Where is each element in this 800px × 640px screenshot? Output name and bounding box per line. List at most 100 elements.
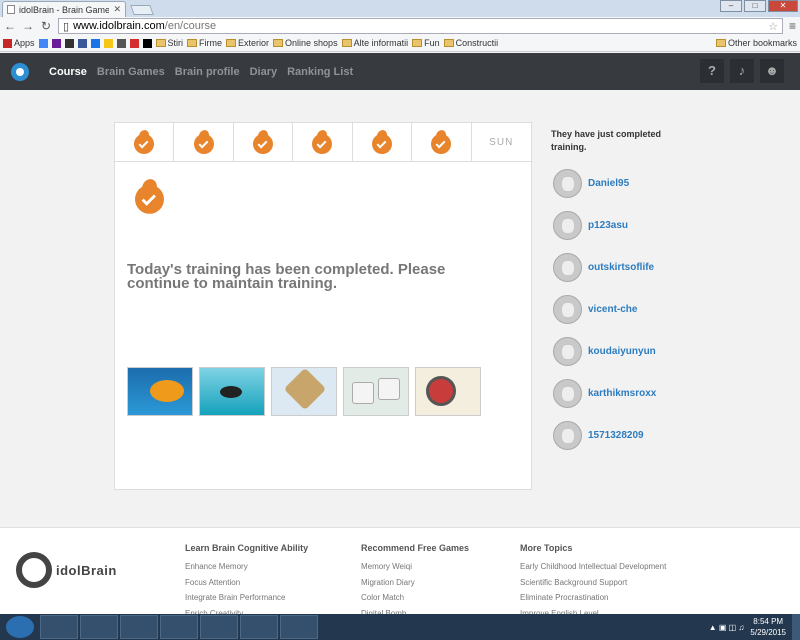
tradeville-icon xyxy=(64,38,74,48)
browser-menu-icon[interactable]: ≡ xyxy=(789,19,796,33)
bookmark-item-14[interactable]: Alte informatii xyxy=(341,38,408,48)
taskbar-paint-icon[interactable] xyxy=(280,615,318,639)
nav-item-brain-games[interactable]: Brain Games xyxy=(97,66,165,78)
back-icon[interactable]: ← xyxy=(4,19,16,33)
digital-bomb-game-thumbnail[interactable] xyxy=(415,367,481,416)
reload-icon[interactable]: ↻ xyxy=(40,19,52,33)
day-completed-2 xyxy=(174,123,234,161)
help-button[interactable]: ? xyxy=(700,59,724,83)
footer-link[interactable]: Focus Attention xyxy=(185,575,308,591)
tab-title: idolBrain - Brain Games & xyxy=(19,4,110,15)
day-completed-3 xyxy=(234,123,294,161)
footer-link[interactable]: Eliminate Procrastination xyxy=(520,590,666,606)
user-link[interactable]: outskirtsoflife xyxy=(588,262,654,273)
flame-check-icon xyxy=(312,128,333,154)
taskbar-app-m-icon[interactable] xyxy=(160,615,198,639)
footer-logo[interactable]: idolBrain xyxy=(16,552,117,588)
footer-column: Recommend Free Games Memory Weiqi Migratio… xyxy=(361,543,469,621)
taskbar-explorer-icon[interactable] xyxy=(80,615,118,639)
bookmark-item-8[interactable] xyxy=(129,38,139,48)
nav-item-diary[interactable]: Diary xyxy=(250,66,278,78)
notification-bell-icon[interactable]: ♪ xyxy=(730,59,754,83)
windows-taskbar: ▲ ▣ ◫ ♫ 8:54 PM 5/29/2015 xyxy=(0,614,800,640)
footer-link[interactable]: Enhance Memory xyxy=(185,559,308,575)
user-item: 1571328209 xyxy=(553,414,656,456)
fish-game-thumbnail[interactable] xyxy=(127,367,193,416)
user-item: vicent-che xyxy=(553,288,656,330)
avatar[interactable] xyxy=(553,294,582,324)
bookmark-item-6[interactable] xyxy=(103,38,113,48)
footer-column-heading: More Topics xyxy=(520,543,573,553)
bookmark-icon xyxy=(142,38,152,48)
user-link[interactable]: p123asu xyxy=(588,220,628,231)
maximize-button[interactable]: □ xyxy=(744,0,766,12)
bookmark-item-9[interactable] xyxy=(142,38,152,48)
taskbar-globe-icon[interactable] xyxy=(240,615,278,639)
address-bar[interactable]: ▯ www.idolbrain.com/en/course ☆ xyxy=(58,18,783,34)
avatar[interactable] xyxy=(553,168,582,198)
user-link[interactable]: koudaiyunyun xyxy=(588,346,656,357)
taskbar-nvidia-icon[interactable] xyxy=(120,615,158,639)
user-link[interactable]: karthikmsroxx xyxy=(588,388,656,399)
bookmark-item-13[interactable]: Online shops xyxy=(273,38,338,48)
star-icon[interactable]: ☆ xyxy=(768,20,778,33)
bookmark-item-0[interactable]: Apps xyxy=(3,38,35,48)
folder-icon xyxy=(412,39,423,47)
bookmark-item-12[interactable]: Exterior xyxy=(226,38,269,48)
browser-tab[interactable]: idolBrain - Brain Games & ✕ xyxy=(2,1,126,17)
footer-link[interactable]: Memory Weiqi xyxy=(361,559,469,575)
bookmark-item-16[interactable]: Constructii xyxy=(443,38,498,48)
show-desktop-button[interactable] xyxy=(792,614,800,640)
idolbrain-logo-icon[interactable] xyxy=(11,62,29,81)
weiqi-board-game-thumbnail[interactable] xyxy=(271,367,337,416)
minimize-button[interactable]: – xyxy=(720,0,742,12)
tray-icons[interactable]: ▲ ▣ ◫ ♫ xyxy=(709,623,745,632)
app-navbar: Course Brain Games Brain profile Diary Ranki… xyxy=(0,53,800,90)
user-avatar-icon[interactable]: ☻ xyxy=(760,59,784,83)
avatar[interactable] xyxy=(553,378,582,408)
nav-item-course[interactable]: Course xyxy=(49,66,87,78)
bookmark-item-1[interactable] xyxy=(38,38,48,48)
dice-game-thumbnail[interactable] xyxy=(343,367,409,416)
nav-item-ranking-list[interactable]: Ranking List xyxy=(287,66,353,78)
user-link[interactable]: 1571328209 xyxy=(588,430,644,441)
bookmark-item-5[interactable] xyxy=(90,38,100,48)
bookmark-item-2[interactable] xyxy=(51,38,61,48)
footer-link[interactable]: Early Childhood Intellectual Development xyxy=(520,559,666,575)
footer-link[interactable]: Scientific Background Support xyxy=(520,575,666,591)
avatar[interactable] xyxy=(553,210,582,240)
nav-item-brain-profile[interactable]: Brain profile xyxy=(175,66,240,78)
flame-check-icon xyxy=(253,128,274,154)
footer-link[interactable]: Integrate Brain Performance xyxy=(185,590,308,606)
close-tab-icon[interactable]: ✕ xyxy=(113,4,121,15)
bookmark-item-3[interactable] xyxy=(64,38,74,48)
shadow-fish-game-thumbnail[interactable] xyxy=(199,367,265,416)
close-window-button[interactable]: ✕ xyxy=(768,0,798,12)
avatar[interactable] xyxy=(553,252,582,282)
start-button[interactable] xyxy=(6,616,34,638)
idolbrain-logo-icon xyxy=(16,552,52,588)
bookmark-item-11[interactable]: Firme xyxy=(187,38,222,48)
avatar[interactable] xyxy=(553,336,582,366)
course-card: SUN Today's training has been completed.… xyxy=(114,122,532,490)
taskbar-120x-icon[interactable] xyxy=(200,615,238,639)
bookmark-item-4[interactable] xyxy=(77,38,87,48)
bookmark-item-15[interactable]: Fun xyxy=(412,38,440,48)
browser-tabstrip: idolBrain - Brain Games & ✕ – □ ✕ xyxy=(0,0,800,17)
url-text[interactable]: www.idolbrain.com/en/course xyxy=(73,20,764,32)
completion-message: Today's training has been completed. Ple… xyxy=(127,261,446,292)
other-bookmarks-folder[interactable]: Other bookmarks xyxy=(715,38,797,48)
user-item: p123asu xyxy=(553,204,656,246)
clock[interactable]: 8:54 PM 5/29/2015 xyxy=(750,616,786,638)
bookmark-item-7[interactable] xyxy=(116,38,126,48)
avatar[interactable] xyxy=(553,420,582,450)
footer-link[interactable]: Color Match xyxy=(361,590,469,606)
bookmark-item-10[interactable]: Stiri xyxy=(155,38,183,48)
games-row xyxy=(127,367,481,416)
forward-icon[interactable]: → xyxy=(22,19,34,33)
footer-link[interactable]: Migration Diary xyxy=(361,575,469,591)
user-link[interactable]: vicent-che xyxy=(588,304,637,315)
user-link[interactable]: Daniel95 xyxy=(588,178,629,189)
taskbar-chrome-icon[interactable] xyxy=(40,615,78,639)
new-tab-button[interactable] xyxy=(130,5,154,15)
